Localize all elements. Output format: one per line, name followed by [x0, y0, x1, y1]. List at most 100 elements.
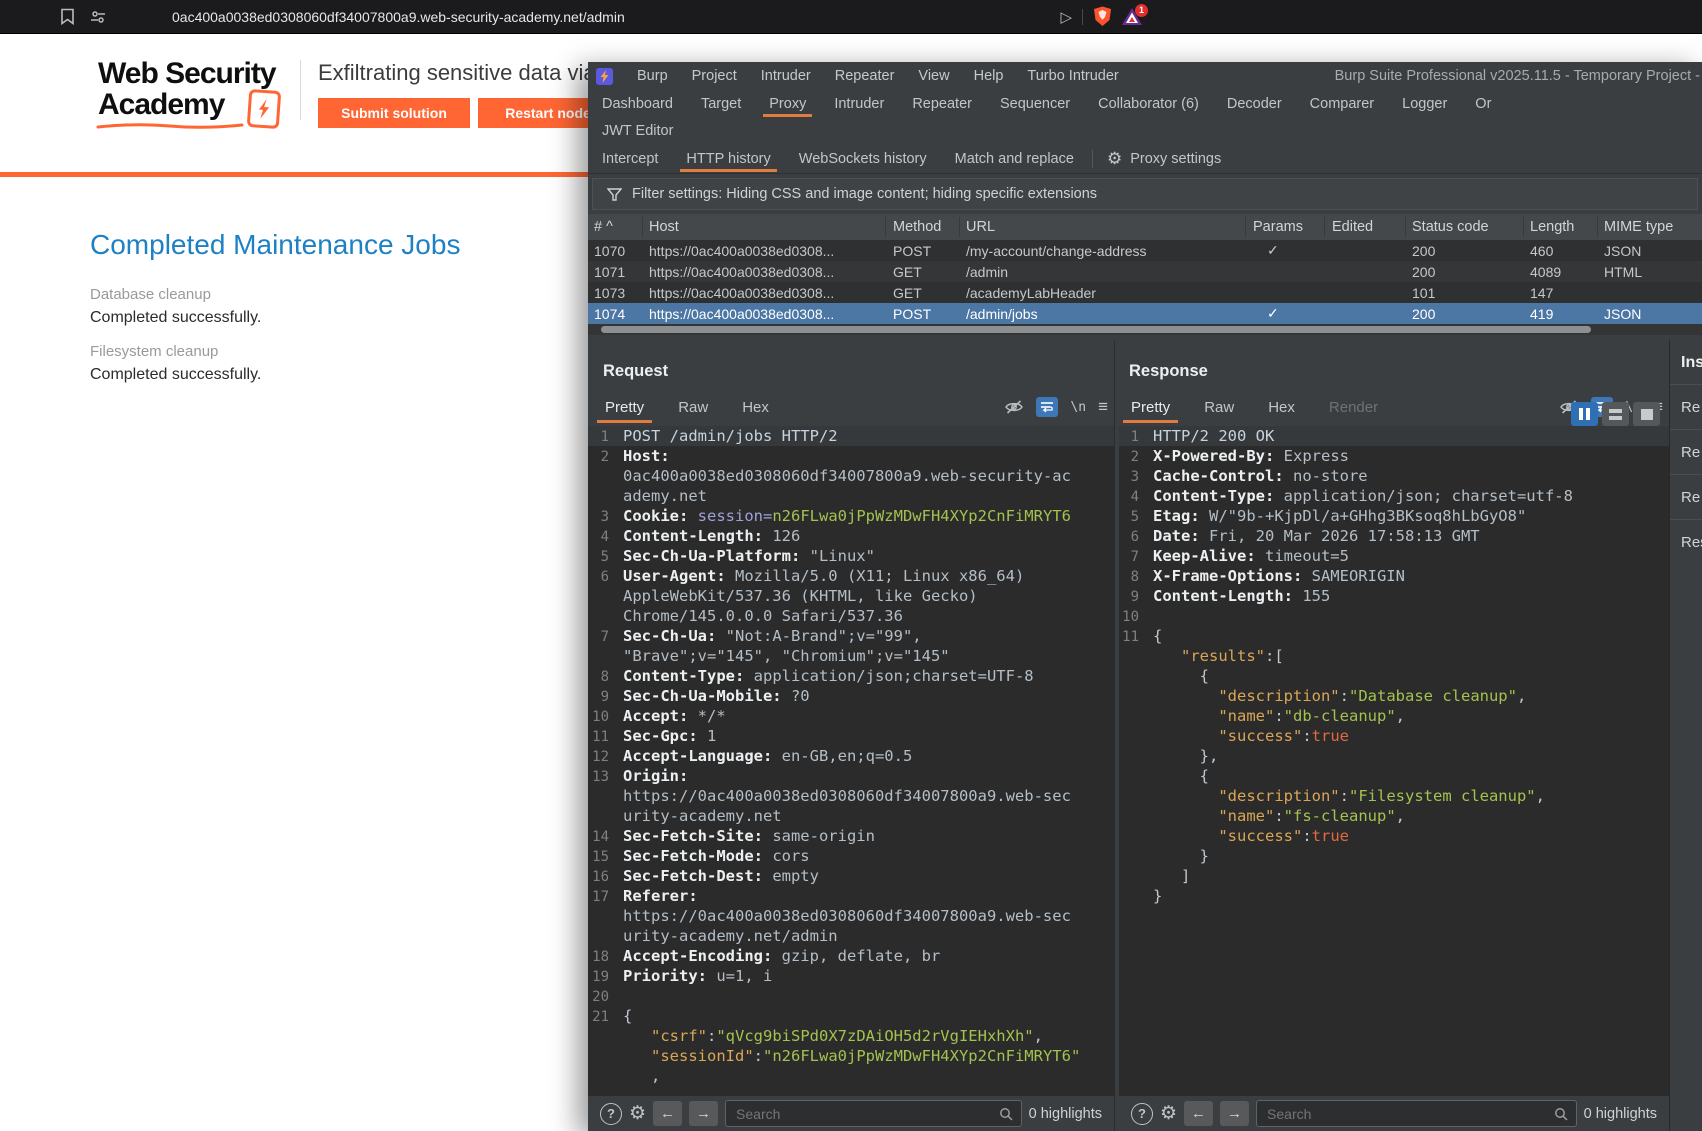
tab-comparer[interactable]: Comparer — [1296, 90, 1388, 118]
line-content: } — [1199, 847, 1210, 865]
editor-line: 11 Sec-Gpc: 1 — [588, 726, 1114, 746]
table-row[interactable]: 1070 https://0ac400a0038ed0308... POST/my-… — [588, 240, 1702, 261]
editor-tab-hex[interactable]: Hex — [1266, 399, 1297, 416]
layout-single-button[interactable] — [1633, 402, 1660, 426]
inspector-section[interactable]: Res — [1670, 519, 1702, 565]
search-box[interactable] — [725, 1100, 1022, 1127]
inspector-section[interactable]: Re — [1670, 429, 1702, 475]
brave-shield-icon[interactable] — [1093, 6, 1112, 27]
line-content: { — [1199, 667, 1210, 685]
editor-tab-pretty[interactable]: Pretty — [596, 399, 653, 423]
tab-logger[interactable]: Logger — [1388, 90, 1461, 118]
editor-tab-hex[interactable]: Hex — [740, 399, 771, 416]
table-row[interactable]: 1071 https://0ac400a0038ed0308... GET/admi… — [588, 261, 1702, 282]
tab-http-history[interactable]: HTTP history — [672, 144, 784, 173]
menu-intruder[interactable]: Intruder — [761, 68, 811, 84]
table-row[interactable]: 1074 https://0ac400a0038ed0308... POST/adm… — [588, 303, 1702, 324]
column-header-params[interactable]: Params — [1253, 214, 1303, 240]
line-content: Content-Type: application/json;charset=U… — [623, 667, 1034, 685]
line-content: Date: Fri, 20 Mar 2026 17:58:13 GMT — [1153, 527, 1480, 545]
next-match-button[interactable]: → — [1220, 1101, 1250, 1126]
tab-repeater[interactable]: Repeater — [898, 90, 986, 118]
gear-icon[interactable]: ⚙ — [1160, 1102, 1177, 1125]
word-wrap-button[interactable] — [1036, 397, 1059, 417]
menu-burp[interactable]: Burp — [637, 68, 668, 84]
table-horizontal-scrollbar[interactable] — [588, 324, 1702, 335]
line-content: Content-Type: application/json; charset=… — [1153, 487, 1573, 505]
line-number: 16 — [592, 869, 609, 885]
menu-help[interactable]: Help — [974, 68, 1004, 84]
response-editor[interactable]: 1 HTTP/2 200 OK 2 X-Powered-By: Express 3 Cac… — [1119, 426, 1669, 1095]
show-newlines-icon[interactable]: \n — [1070, 400, 1086, 415]
editor-tab-raw[interactable]: Raw — [676, 399, 710, 416]
tab-decoder[interactable]: Decoder — [1213, 90, 1296, 118]
column-header-method[interactable]: Method — [893, 214, 941, 240]
column-header-host[interactable]: Host — [649, 214, 679, 240]
line-content: Sec-Gpc: 1 — [623, 727, 717, 745]
column-header--[interactable]: # ^ — [594, 214, 613, 240]
tab-intruder[interactable]: Intruder — [820, 90, 898, 118]
help-icon[interactable]: ? — [600, 1102, 622, 1125]
search-input[interactable] — [734, 1104, 993, 1123]
column-header-url[interactable]: URL — [966, 214, 995, 240]
layout-columns-button[interactable] — [1571, 402, 1598, 426]
tab-jwt-editor[interactable]: JWT Editor — [588, 118, 687, 144]
cell: POST — [893, 242, 932, 259]
site-settings-icon[interactable] — [90, 10, 106, 24]
page-heading: Completed Maintenance Jobs — [90, 229, 461, 260]
next-match-button[interactable]: → — [689, 1101, 719, 1126]
menu-project[interactable]: Project — [692, 68, 737, 84]
tab-collaborator-6-[interactable]: Collaborator (6) — [1084, 90, 1213, 118]
tab-websockets-history[interactable]: WebSockets history — [785, 144, 941, 173]
menu-turbo-intruder[interactable]: Turbo Intruder — [1027, 68, 1118, 84]
proxy-settings-button[interactable]: ⚙ Proxy settings — [1097, 144, 1231, 173]
column-header-mime-type[interactable]: MIME type — [1604, 214, 1673, 240]
brave-rewards-icon[interactable]: 1 — [1122, 3, 1148, 26]
cell: /academyLabHeader — [966, 284, 1096, 301]
cell: 1073 — [594, 284, 626, 301]
menu-repeater[interactable]: Repeater — [835, 68, 895, 84]
column-header-status-code[interactable]: Status code — [1412, 214, 1489, 240]
editor-line: 16 Sec-Fetch-Dest: empty — [588, 866, 1114, 886]
menu-view[interactable]: View — [918, 68, 949, 84]
editor-menu-icon[interactable]: ≡ — [1098, 397, 1108, 417]
url-bar[interactable]: 0ac400a0038ed0308060df34007800a9.web-sec… — [120, 4, 1120, 29]
editor-line: 3 Cache-Control: no-store — [1119, 466, 1669, 486]
prev-match-button[interactable]: ← — [1184, 1101, 1214, 1126]
tab-match-and-replace[interactable]: Match and replace — [941, 144, 1088, 173]
editor-line: , — [588, 1066, 1114, 1086]
tab-or[interactable]: Or — [1461, 90, 1505, 118]
hide-eye-icon[interactable] — [1004, 399, 1024, 415]
search-input[interactable] — [1265, 1104, 1548, 1123]
help-icon[interactable]: ? — [1131, 1102, 1153, 1125]
scrollbar-thumb[interactable] — [601, 326, 1591, 333]
table-row[interactable]: 1073 https://0ac400a0038ed0308... GET/acad… — [588, 282, 1702, 303]
line-content: { — [1153, 627, 1163, 645]
filter-bar[interactable]: Filter settings: Hiding CSS and image co… — [592, 178, 1698, 210]
editor-line: 12 Accept-Language: en-GB,en;q=0.5 — [588, 746, 1114, 766]
inspector-section[interactable]: Re — [1670, 384, 1702, 430]
editor-line: 4 Content-Type: application/json; charset… — [1119, 486, 1669, 506]
line-number — [1119, 666, 1139, 686]
request-editor[interactable]: 1 POST /admin/jobs HTTP/2 2 Host: 0ac400a003… — [588, 426, 1114, 1095]
search-box[interactable] — [1256, 1100, 1577, 1127]
prev-match-button[interactable]: ← — [653, 1101, 683, 1126]
editor-tab-render[interactable]: Render — [1327, 399, 1380, 416]
tab-proxy[interactable]: Proxy — [755, 90, 820, 118]
bookmark-icon[interactable] — [60, 8, 75, 25]
column-header-length[interactable]: Length — [1530, 214, 1574, 240]
table-header: # ^ Host Method URL Params Edited Status code L… — [588, 214, 1702, 240]
gear-icon[interactable]: ⚙ — [629, 1102, 646, 1125]
submit-solution-button[interactable]: Submit solution — [318, 98, 470, 128]
layout-rows-button[interactable] — [1602, 402, 1629, 426]
sidebar-icon[interactable]: ▷ — [1060, 8, 1072, 26]
tab-sequencer[interactable]: Sequencer — [986, 90, 1084, 118]
tab-intercept[interactable]: Intercept — [588, 144, 672, 173]
tab-target[interactable]: Target — [687, 90, 755, 118]
editor-tab-raw[interactable]: Raw — [1202, 399, 1236, 416]
tab-dashboard[interactable]: Dashboard — [588, 90, 687, 118]
column-header-edited[interactable]: Edited — [1332, 214, 1373, 240]
inspector-section[interactable]: Re — [1670, 474, 1702, 520]
cell: /admin/jobs — [966, 305, 1038, 322]
editor-tab-pretty[interactable]: Pretty — [1122, 399, 1179, 423]
